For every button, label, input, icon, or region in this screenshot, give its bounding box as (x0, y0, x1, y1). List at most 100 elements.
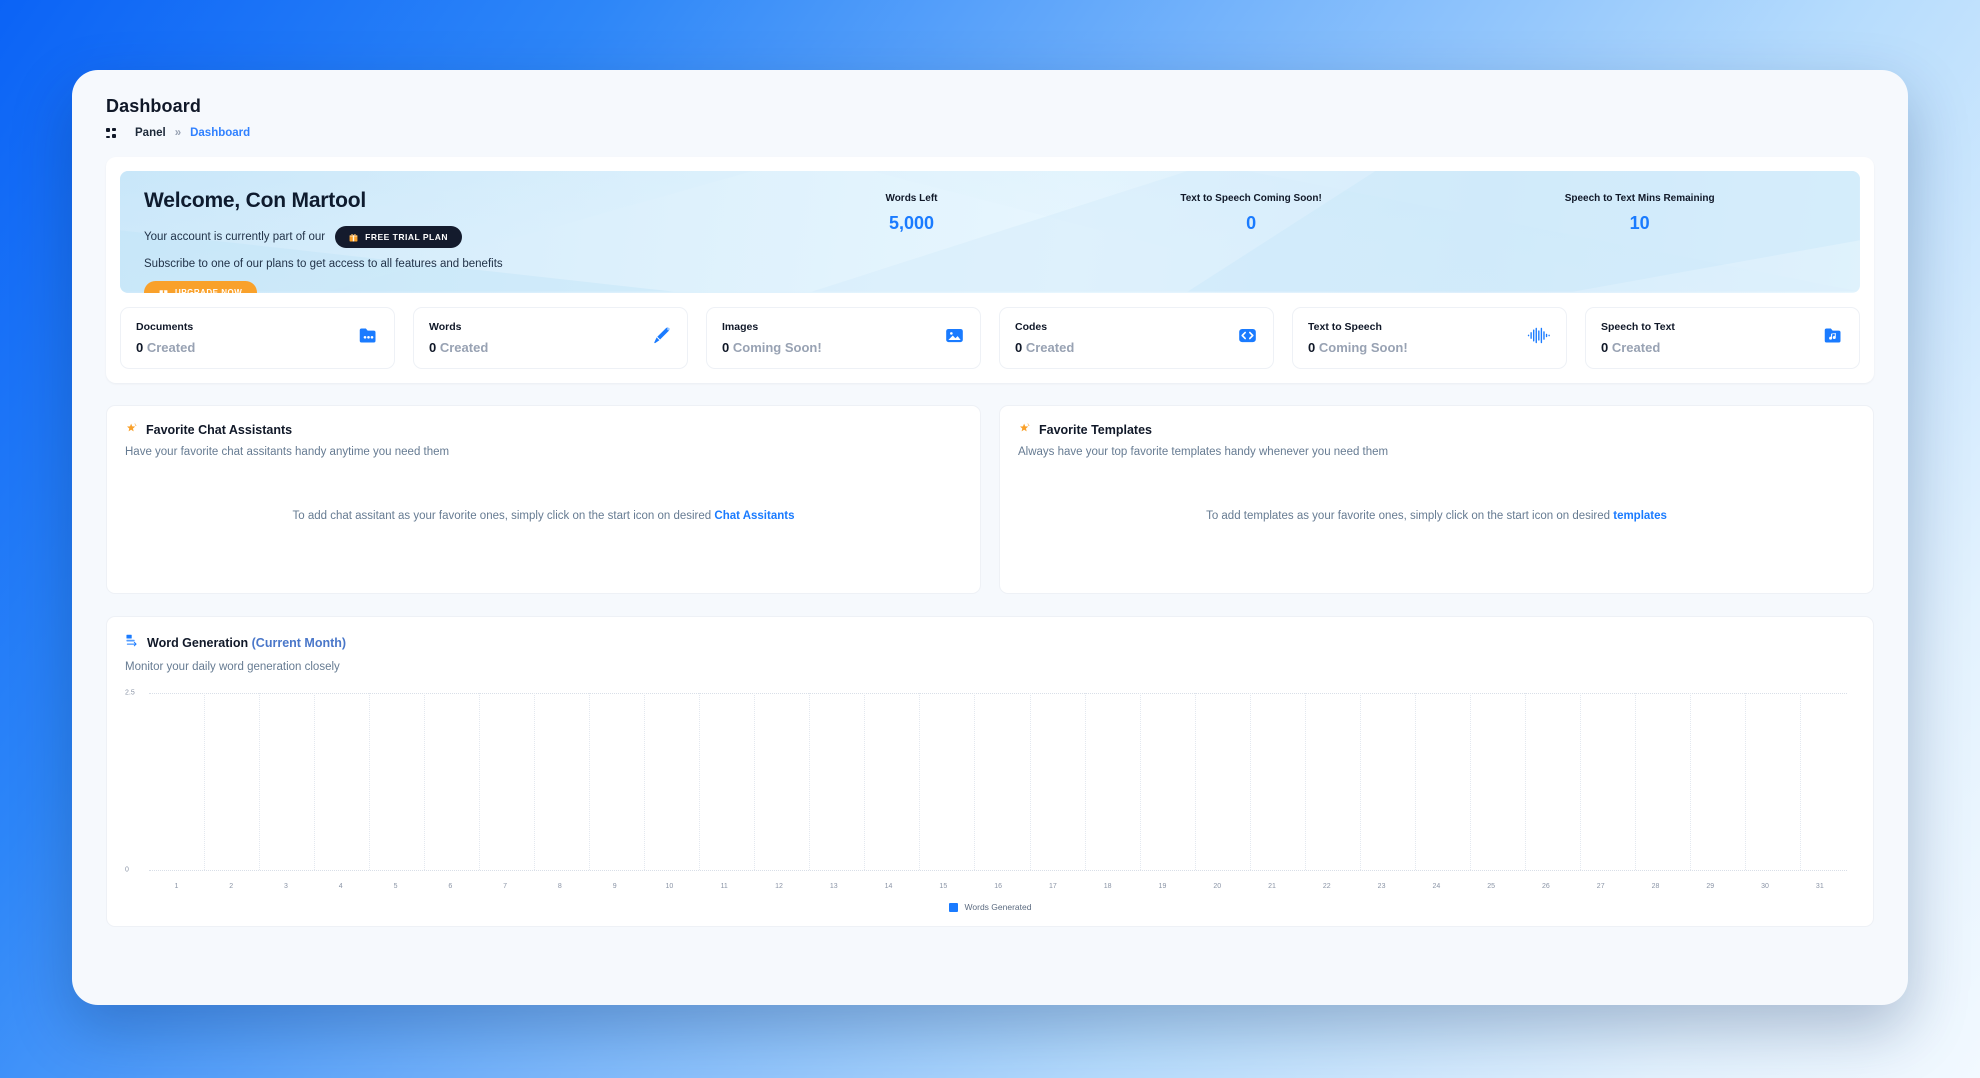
favorite-card-title: Favorite Chat Assistants (146, 422, 293, 437)
x-axis-tick: 26 (1542, 883, 1550, 890)
gridline-vertical (1524, 693, 1526, 870)
gridline-vertical (1194, 693, 1196, 870)
favorite-templates-card: Favorite Templates Always have your top … (999, 405, 1874, 594)
x-axis-tick: 18 (1103, 883, 1112, 890)
x-axis-tick: 21 (1268, 883, 1276, 890)
stat-card-value: 0 Coming Soon! (1308, 340, 1408, 355)
banner-stat-label: Words Left (885, 193, 938, 204)
gridline-vertical (809, 693, 811, 870)
stat-card-label: Text to Speech (1308, 321, 1382, 333)
favorite-card-header: Favorite Chat Assistants (125, 422, 962, 437)
stat-card-documents[interactable]: Documents 0 Created (120, 307, 395, 369)
gridline-baseline (149, 870, 1847, 871)
x-axis-tick: 1 (174, 883, 179, 890)
pen-nib-icon (651, 325, 672, 351)
banner-stats: Words Left 5,000 Text to Speech Coming S… (764, 189, 1836, 234)
x-axis-tick: 20 (1213, 883, 1222, 890)
stat-card-label: Words (429, 321, 462, 333)
breadcrumb: Panel » Dashboard (106, 127, 1874, 139)
favorites-row: Favorite Chat Assistants Have your favor… (106, 405, 1874, 594)
x-axis-tick: 30 (1761, 883, 1769, 890)
stat-card-images[interactable]: Images 0 Coming Soon! (706, 307, 981, 369)
x-axis-tick: 25 (1487, 883, 1496, 890)
folder-music-icon (1823, 325, 1844, 351)
gridline-vertical (754, 693, 756, 870)
y-axis-tick-min: 0 (125, 866, 129, 874)
stat-card-label: Codes (1015, 321, 1048, 333)
upgrade-now-button[interactable]: UPGRADE NOW (144, 281, 258, 293)
gridline-vertical (1634, 693, 1636, 870)
x-axis-tick: 4 (338, 883, 343, 890)
stat-card-value: 0 Created (429, 340, 489, 355)
welcome-banner: Welcome, Con Martool Your account is cur… (120, 171, 1860, 293)
x-axis-tick: 29 (1706, 883, 1715, 890)
x-axis-tick: 19 (1158, 883, 1167, 890)
breadcrumb-root[interactable]: Panel (135, 127, 166, 139)
gridline-top (149, 693, 1847, 694)
banner-stat-value: 5,000 (888, 213, 934, 233)
grid-icon (106, 128, 116, 138)
favorite-card-subtitle: Always have your top favorite templates … (1018, 446, 1389, 458)
chart-legend[interactable]: Words Generated (125, 902, 1855, 912)
x-axis-tick: 7 (503, 883, 508, 890)
x-axis-labels: 1 2 3 4 5 6 7 8 9 10 11 12 13 14 15 16 17 18 19 20 21 22 23 24 2… (149, 883, 1847, 890)
gridline-vertical (204, 693, 206, 870)
gift-icon (349, 233, 358, 241)
banner-stat-label: Speech to Text Mins Remaining (1564, 193, 1715, 204)
x-axis-tick: 13 (829, 883, 838, 890)
stat-card-value: 0 Created (1015, 340, 1075, 355)
upgrade-now-label: UPGRADE NOW (175, 288, 243, 293)
stat-card-codes[interactable]: Codes 0 Created (999, 307, 1274, 369)
gift-icon (159, 290, 168, 293)
stat-card-words[interactable]: Words 0 Created (413, 307, 688, 369)
favorite-empty-text: To add chat assitant as your favorite on… (292, 509, 715, 522)
gridline-vertical (1689, 693, 1691, 870)
chat-assistants-link[interactable]: Chat Assitants (714, 510, 794, 522)
welcome-title: Welcome, Con Martool (144, 189, 366, 212)
plan-badge: FREE TRIAL PLAN (335, 226, 463, 248)
x-axis-tick: 17 (1048, 883, 1057, 890)
x-axis-tick: 6 (448, 883, 453, 890)
favorite-empty-state: To add templates as your favorite ones, … (1206, 510, 1667, 522)
gridline-vertical (589, 693, 591, 870)
word-generation-chart[interactable]: 2.5 0 1 2 3 4 5 6 7 8 9 10 11 12 13 14 15 16 17 18 19 20 21 2… (125, 685, 1855, 900)
favorite-chat-assistants-card: Favorite Chat Assistants Have your favor… (106, 405, 981, 594)
breadcrumb-separator-icon: » (174, 127, 182, 139)
stat-card-label: Images (722, 321, 759, 333)
chart-subtitle: Monitor your daily word generation close… (125, 661, 340, 673)
x-axis-tick: 5 (393, 883, 398, 890)
gridline-vertical (424, 693, 426, 870)
stat-card-value: 0 Coming Soon! (722, 340, 822, 355)
favorite-card-subtitle: Have your favorite chat assitants handy … (125, 446, 450, 458)
breadcrumb-current[interactable]: Dashboard (190, 127, 250, 139)
banner-stat-value: 10 (1629, 213, 1650, 233)
gridline-vertical (864, 693, 866, 870)
favorite-card-title: Favorite Templates (1039, 422, 1153, 437)
banner-stat-words-left: Words Left 5,000 (885, 193, 937, 234)
gridline-vertical (259, 693, 261, 870)
banner-stat-value: 0 (1246, 213, 1257, 233)
stat-card-value: 0 Created (1601, 340, 1661, 355)
x-axis-tick: 8 (557, 883, 562, 890)
stat-card-label: Speech to Text (1601, 321, 1675, 333)
x-axis-tick: 31 (1815, 883, 1824, 890)
legend-label-words-generated: Words Generated (964, 902, 1032, 912)
favorite-card-body: To add templates as your favorite ones, … (1018, 458, 1855, 573)
x-axis-tick: 28 (1651, 883, 1660, 890)
page-title: Dashboard (106, 96, 201, 116)
waveform-icon (1527, 325, 1551, 351)
gridline-vertical (1579, 693, 1581, 870)
stat-card-speech-to-text[interactable]: Speech to Text 0 Created (1585, 307, 1860, 369)
stat-card-text-to-speech[interactable]: Text to Speech 0 Coming Soon! (1292, 307, 1567, 369)
gridline-vertical (1084, 693, 1086, 870)
plan-line: Your account is currently part of our FR (144, 226, 764, 248)
star-icon (125, 422, 138, 437)
gridline-vertical (1469, 693, 1471, 870)
templates-link[interactable]: templates (1613, 510, 1667, 522)
gridline-vertical (919, 693, 921, 870)
app-window: Dashboard Panel » Dashboard Welcome, Con… (72, 70, 1908, 1005)
gridline-vertical (1304, 693, 1306, 870)
x-axis-tick: 11 (720, 883, 728, 890)
x-axis-tick: 15 (939, 883, 948, 890)
chart-icon (125, 633, 139, 652)
